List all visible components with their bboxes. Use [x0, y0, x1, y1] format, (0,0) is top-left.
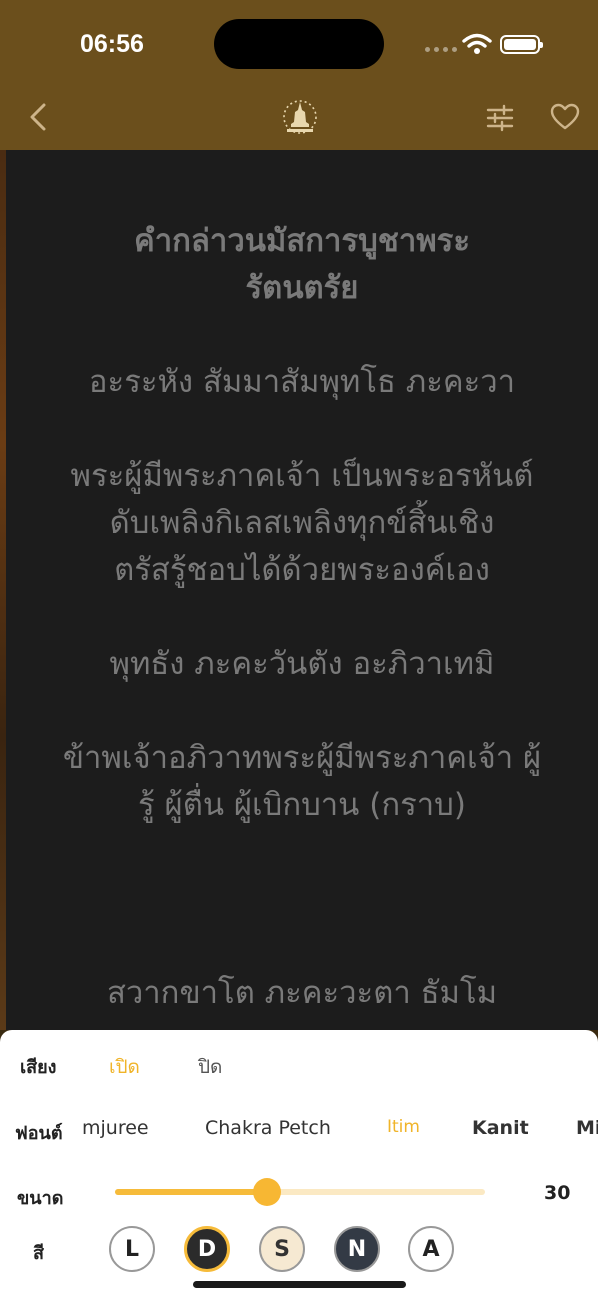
color-option-l[interactable]: L	[109, 1226, 155, 1272]
battery-icon	[500, 35, 543, 54]
slider-fill	[115, 1189, 267, 1195]
screen: 06:56 คำกล่าวนมัสการบูชาพระ รัตนตรัย อะร…	[0, 0, 598, 1300]
chant-text: คำกล่าวนมัสการบูชาพระ รัตนตรัย อะระหัง ส…	[6, 218, 598, 1030]
sound-off-option[interactable]: ปิด	[198, 1052, 222, 1082]
verse: พุทธัง ภะคะวันตัง อะภิวาเทมิ	[109, 646, 495, 682]
chant-content[interactable]: คำกล่าวนมัสการบูชาพระ รัตนตรัย อะระหัง ส…	[6, 150, 598, 1030]
top-bar: 06:56	[0, 0, 598, 150]
font-option-more[interactable]: Mi	[576, 1117, 598, 1139]
color-label: สี	[33, 1243, 44, 1264]
color-option-d[interactable]: D	[184, 1226, 230, 1272]
wifi-icon	[462, 33, 492, 54]
color-option-s[interactable]: S	[259, 1226, 305, 1272]
font-label: ฟอนต์	[15, 1123, 63, 1144]
home-indicator	[193, 1281, 406, 1288]
sound-label: เสียง	[20, 1057, 57, 1078]
font-option-mjuree[interactable]: mjuree	[82, 1117, 149, 1139]
cellular-signal-icon	[425, 47, 457, 52]
color-option-n[interactable]: N	[334, 1226, 380, 1272]
font-option-chakra-petch[interactable]: Chakra Petch	[205, 1117, 331, 1139]
verse-partial: สวากขาโต ภะคะวะตา ธัมโม	[106, 975, 498, 1011]
size-label: ขนาด	[17, 1188, 64, 1209]
verse: ข้าพเจ้าอภิวาทพระผู้มีพระภาคเจ้า ผู้ รู้…	[62, 740, 542, 823]
font-option-kanit[interactable]: Kanit	[472, 1117, 529, 1139]
status-time: 06:56	[80, 30, 144, 58]
reading-settings-panel: เสียง เปิด ปิด ฟอนต์ mjuree Chakra Petch…	[0, 1030, 598, 1300]
font-size-value: 30	[544, 1182, 571, 1204]
adjustments-sliders-icon[interactable]	[486, 104, 514, 132]
back-chevron-icon[interactable]	[26, 102, 52, 132]
favorite-heart-icon[interactable]	[550, 102, 580, 132]
verse: พระผู้มีพระภาคเจ้า เป็นพระอรหันต์ ดับเพล…	[70, 458, 534, 588]
temple-logo-icon	[283, 100, 317, 134]
chant-title: คำกล่าวนมัสการบูชาพระ รัตนตรัย	[134, 223, 470, 306]
slider-thumb[interactable]	[252, 1178, 281, 1206]
dynamic-island	[214, 19, 384, 69]
font-option-itim[interactable]: Itim	[387, 1117, 420, 1137]
font-size-slider[interactable]	[115, 1178, 485, 1206]
sound-on-option[interactable]: เปิด	[109, 1052, 140, 1082]
verse: อะระหัง สัมมาสัมพุทโธ ภะคะวา	[88, 364, 516, 400]
color-option-a[interactable]: A	[408, 1226, 454, 1272]
